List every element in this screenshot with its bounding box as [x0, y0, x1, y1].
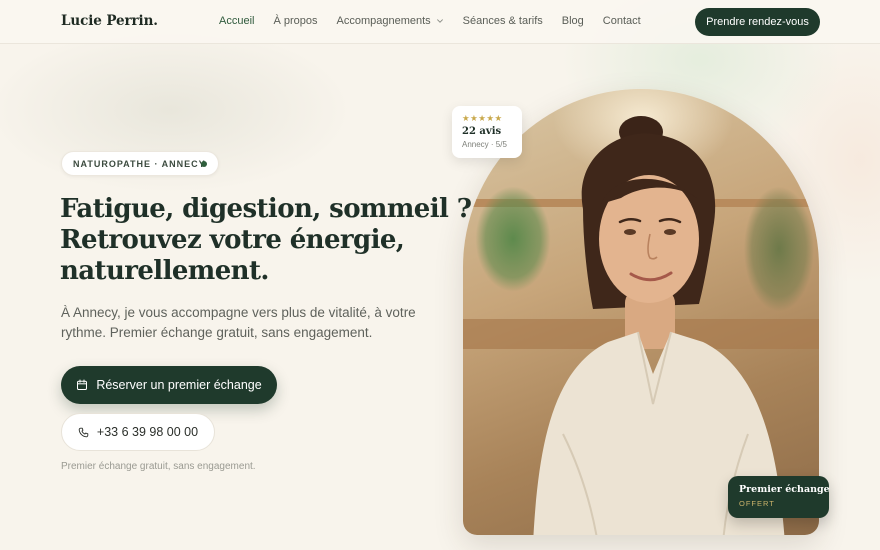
nav-item-seances-tarifs[interactable]: Séances & tarifs — [463, 15, 543, 27]
phone-icon — [78, 427, 89, 437]
nav-item-a-propos[interactable]: À propos — [273, 15, 317, 27]
profession-badge: NATUROPATHE · ANNECY — [61, 151, 219, 176]
nav-item-label: Accompagnements — [336, 15, 431, 27]
headline-line: naturellement. — [60, 256, 269, 286]
book-appointment-button[interactable]: Prendre rendez-vous — [695, 8, 820, 36]
badge-label: NATUROPATHE · ANNECY — [73, 158, 206, 169]
portrait-person — [533, 116, 785, 535]
phone-button[interactable]: +33 6 39 98 00 00 — [61, 413, 215, 451]
nav-item-blog[interactable]: Blog — [562, 15, 584, 27]
nav-item-label: Blog — [561, 15, 584, 27]
offer-card: Premier échange OFFERT — [728, 476, 830, 518]
offer-title: Premier échange — [739, 484, 830, 495]
nav-item-label: Accueil — [219, 15, 255, 27]
lead-line: rythme. Premier échange gratuit, sans en… — [61, 325, 373, 340]
hero-note: Premier échange gratuit, sans engagement… — [61, 461, 256, 472]
star-rating-icon: ★★★★★ — [462, 113, 503, 123]
chevron-down-icon — [436, 19, 443, 23]
brand-logo[interactable]: Lucie Perrin. — [61, 13, 158, 29]
review-count: 22 avis — [462, 126, 502, 137]
headline-line: Retrouvez votre énergie, — [60, 225, 405, 255]
main-nav: Accueil À propos Accompagnements Séances… — [219, 15, 660, 27]
rating-meta: Annecy · 5/5 — [462, 140, 507, 149]
button-label: +33 6 39 98 00 00 — [96, 425, 199, 439]
calendar-icon — [77, 379, 88, 391]
book-first-session-button[interactable]: Réserver un premier échange — [61, 366, 277, 404]
nav-item-accueil[interactable]: Accueil — [219, 15, 254, 27]
offer-subtitle: OFFERT — [739, 499, 775, 508]
headline-line: Fatigue, digestion, sommeil ? — [60, 194, 472, 224]
lead-line: À Annecy, je vous accompagne vers plus d… — [61, 305, 416, 320]
status-dot — [201, 161, 207, 167]
site-header: Lucie Perrin. Accueil À propos Accompagn… — [0, 0, 880, 44]
nav-item-label: Séances & tarifs — [462, 15, 543, 27]
nav-item-accompagnements[interactable]: Accompagnements — [337, 15, 444, 27]
hero-headline: Fatigue, digestion, sommeil ? Retrouvez … — [60, 194, 472, 287]
button-label: Réserver un premier échange — [96, 378, 262, 392]
rating-card: ★★★★★ 22 avis Annecy · 5/5 — [452, 106, 522, 158]
nav-item-contact[interactable]: Contact — [603, 15, 641, 27]
nav-item-label: À propos — [273, 15, 318, 27]
nav-item-label: Contact — [602, 15, 641, 27]
hero-lead: À Annecy, je vous accompagne vers plus d… — [61, 303, 421, 343]
